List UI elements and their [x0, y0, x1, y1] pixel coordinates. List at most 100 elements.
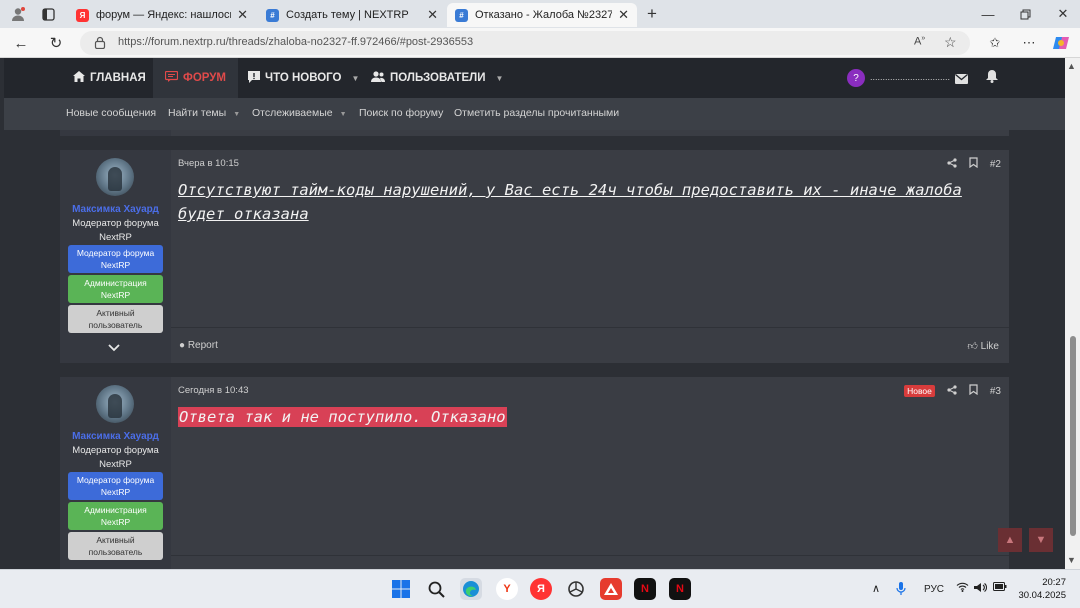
close-tab-icon[interactable]: ✕ [618, 7, 629, 23]
tray-chevron-icon[interactable]: ∧ [872, 582, 880, 595]
url-text: https://forum.nextrp.ru/threads/zhaloba-… [118, 36, 474, 48]
account-name[interactable]: ................................ [870, 72, 950, 82]
favorite-star-icon[interactable]: ☆ [944, 34, 957, 51]
post-number[interactable]: #3 [990, 386, 1001, 397]
netflix-icon-2[interactable]: N [669, 578, 691, 600]
profile-icon[interactable] [8, 5, 28, 23]
report-button[interactable]: ● Report [179, 340, 218, 351]
banner-active-user: Активный пользователь [68, 305, 163, 333]
page-scrollbar[interactable]: ▲ ▼ [1065, 58, 1080, 569]
scroll-up-arrow-icon[interactable]: ▲ [1067, 61, 1076, 71]
scroll-top-button[interactable]: ▲ [998, 528, 1022, 552]
users-icon [371, 71, 385, 85]
nav-whats-new[interactable]: ЧТО НОВОГО ▼ [248, 58, 359, 98]
netflix-icon[interactable]: N [634, 578, 656, 600]
site-info-icon[interactable] [94, 36, 106, 54]
post-date[interactable]: Сегодня в 10:43 [178, 385, 249, 396]
share-icon[interactable] [947, 157, 957, 171]
subnav-watched[interactable]: Отслеживаемые ▼ [252, 107, 347, 119]
battery-icon[interactable] [993, 582, 1007, 594]
chevron-down-icon[interactable] [108, 339, 120, 355]
banner-administration: Администрация NextRP [68, 502, 163, 530]
openai-icon[interactable] [565, 578, 587, 600]
tab-yandex[interactable]: Я форум — Яндекс: нашлось 3 млн ✕ [68, 3, 256, 27]
app-red-icon[interactable] [600, 578, 622, 600]
refresh-icon[interactable]: ↻ [46, 33, 66, 53]
favorites-icon[interactable]: ✩ [985, 33, 1005, 53]
bookmark-icon[interactable] [969, 157, 978, 171]
report-icon: ● [179, 340, 186, 351]
post-meta-actions: #2 [947, 157, 1001, 171]
username[interactable]: Максимка Хауард [60, 204, 171, 215]
search-icon[interactable] [425, 578, 447, 600]
post-number[interactable]: #2 [990, 159, 1001, 170]
subnav-find-threads[interactable]: Найти темы ▼ [168, 107, 240, 119]
post-message: Отсутствуют тайм-коды нарушений, у Вас е… [178, 181, 962, 223]
previous-post-remnant [60, 130, 1009, 136]
chevron-down-icon: ▼ [233, 111, 241, 118]
sub-navigation: Новые сообщения Найти темы ▼ Отслеживаемы… [4, 98, 1065, 130]
post-meta-actions: Новое #3 [904, 384, 1001, 398]
start-icon[interactable] [390, 578, 412, 600]
share-icon[interactable] [947, 384, 957, 398]
clock-time: 20:27 [1042, 577, 1066, 588]
tab-create-topic[interactable]: # Создать тему | NEXTRP ✕ [258, 3, 446, 27]
avatar[interactable] [96, 385, 134, 423]
chevron-down-icon[interactable]: ▼ [352, 74, 360, 83]
close-tab-icon[interactable]: ✕ [237, 7, 248, 23]
back-icon[interactable]: ← [11, 33, 31, 53]
banner-moderator: Модератор форума NextRP [68, 245, 163, 273]
microphone-icon[interactable] [896, 582, 906, 598]
copilot-icon[interactable] [1051, 33, 1071, 53]
subnav-mark-read[interactable]: Отметить разделы прочитанными [454, 107, 619, 119]
bell-icon[interactable] [986, 70, 998, 88]
tab-actions-icon[interactable] [38, 5, 58, 23]
post-date[interactable]: Вчера в 10:15 [178, 158, 239, 169]
language-indicator[interactable]: РУС [924, 584, 944, 595]
avatar[interactable] [96, 158, 134, 196]
chevron-down-icon[interactable]: ▼ [495, 74, 503, 83]
restore-button[interactable] [1015, 5, 1035, 23]
tab-complaint[interactable]: # Отказано - Жалоба №2327-FF | NEXTRP ✕ [447, 3, 637, 27]
forum-page: ГЛАВНАЯ ФОРУМ ЧТО НОВОГО ▼ ПОЛЬЗОВАТЕЛИ … [4, 58, 1065, 569]
post-message: Ответа так и не поступило. Отказано [178, 405, 507, 429]
user-title: Модератор форума NextRP [72, 218, 159, 243]
like-button[interactable]: 👍︎ Like [967, 340, 999, 352]
wifi-icon[interactable] [956, 582, 969, 595]
subnav-new-messages[interactable]: Новые сообщения [66, 107, 156, 119]
system-clock[interactable]: 20:27 30.04.2025 [1018, 576, 1066, 602]
top-navigation: ГЛАВНАЯ ФОРУМ ЧТО НОВОГО ▼ ПОЛЬЗОВАТЕЛИ … [4, 58, 1065, 98]
url-field[interactable]: https://forum.nextrp.ru/threads/zhaloba-… [80, 31, 970, 55]
scroll-down-arrow-icon[interactable]: ▼ [1067, 555, 1076, 565]
post-3: Максимка Хауард Модератор форума NextRP … [60, 377, 1009, 569]
whats-new-icon [248, 70, 260, 86]
subnav-search-forum[interactable]: Поиск по форуму [359, 107, 443, 119]
nav-forum[interactable]: ФОРУМ [153, 58, 239, 98]
close-window-button[interactable]: ✕ [1053, 5, 1073, 23]
forum-icon [164, 70, 179, 85]
close-tab-icon[interactable]: ✕ [427, 7, 438, 23]
nav-users[interactable]: ПОЛЬЗОВАТЕЛИ ▼ [371, 58, 503, 98]
like-icon: 👍︎ [967, 341, 978, 352]
minimize-button[interactable]: — [978, 5, 998, 23]
yandex-favicon-icon: Я [76, 8, 89, 22]
yandex-icon[interactable]: Я [530, 578, 552, 600]
nextrp-favicon-icon: # [455, 8, 468, 22]
nextrp-favicon-icon: # [266, 8, 279, 22]
yandex-browser-icon[interactable]: Y [496, 578, 518, 600]
read-aloud-icon[interactable]: A» [914, 35, 925, 48]
banner-moderator: Модератор форума NextRP [68, 472, 163, 500]
avatar[interactable]: ? [847, 69, 865, 87]
bookmark-icon[interactable] [969, 384, 978, 398]
user-title: Модератор форума NextRP [72, 445, 159, 470]
more-icon[interactable]: ⋯ [1019, 33, 1039, 53]
edge-icon[interactable] [460, 578, 482, 600]
username[interactable]: Максимка Хауард [60, 431, 171, 442]
new-tab-button[interactable]: + [642, 4, 662, 23]
nav-home[interactable]: ГЛАВНАЯ [73, 58, 146, 98]
user-column: Максимка Хауард Модератор форума NextRP … [60, 377, 171, 569]
mail-icon[interactable] [955, 71, 968, 89]
scroll-bottom-button[interactable]: ▼ [1029, 528, 1053, 552]
volume-icon[interactable] [974, 582, 987, 596]
scrollbar-thumb[interactable] [1070, 336, 1076, 536]
